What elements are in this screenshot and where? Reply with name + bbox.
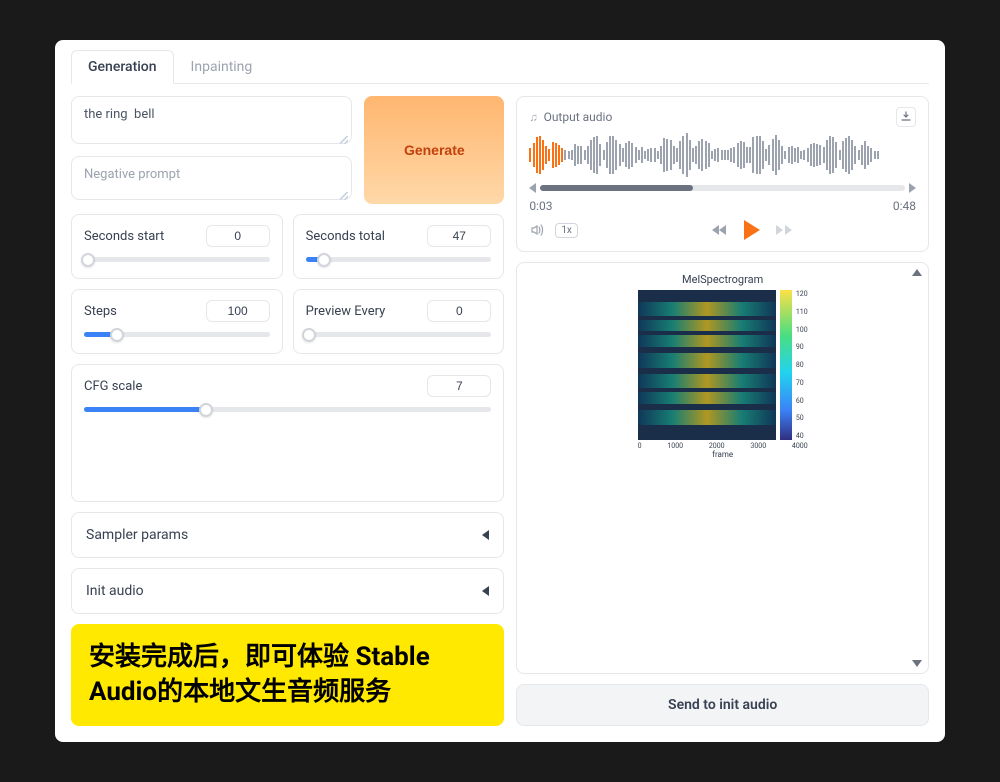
time-current: 0:03 bbox=[529, 199, 552, 213]
spectrogram-title: MelSpectrogram bbox=[527, 273, 918, 286]
colorbar bbox=[780, 290, 792, 440]
seek-start-icon[interactable] bbox=[529, 183, 536, 193]
seconds-start-slider[interactable] bbox=[84, 257, 270, 262]
spectrogram-panel: MelSpectrogram 120110100908070605040 010 bbox=[516, 262, 929, 674]
output-audio-label: Output audio bbox=[544, 110, 613, 124]
seconds-start-input[interactable] bbox=[206, 225, 270, 247]
preview-every-input[interactable] bbox=[427, 300, 491, 322]
collapse-icon bbox=[482, 586, 489, 596]
waveform[interactable] bbox=[529, 133, 916, 177]
callout-overlay: 安装完成后，即可体验 Stable Audio的本地文生音频服务 bbox=[71, 624, 504, 726]
preview-every-card: Preview Every bbox=[293, 289, 505, 354]
seconds-total-card: Seconds total bbox=[293, 214, 505, 279]
play-icon[interactable] bbox=[742, 219, 762, 241]
cfg-scale-slider[interactable] bbox=[84, 407, 491, 412]
tabs: Generation Inpainting bbox=[71, 50, 929, 84]
cfg-scale-card: CFG scale bbox=[71, 364, 504, 502]
sampler-params-label: Sampler params bbox=[86, 527, 188, 543]
cfg-scale-input[interactable] bbox=[427, 375, 491, 397]
speed-button[interactable]: 1x bbox=[555, 223, 578, 238]
preview-every-slider[interactable] bbox=[306, 332, 492, 337]
resize-handle-icon[interactable] bbox=[340, 192, 348, 200]
seek-end-icon[interactable] bbox=[909, 183, 916, 193]
seconds-start-card: Seconds start bbox=[71, 214, 283, 279]
negative-prompt-input[interactable] bbox=[71, 156, 352, 200]
steps-input[interactable] bbox=[206, 300, 270, 322]
seconds-total-slider[interactable] bbox=[306, 257, 492, 262]
seek-bar[interactable] bbox=[540, 185, 905, 191]
music-icon: ♫ bbox=[529, 111, 537, 124]
send-to-init-button[interactable]: Send to init audio bbox=[516, 684, 929, 726]
skip-forward-icon[interactable] bbox=[776, 223, 792, 237]
skip-back-icon[interactable] bbox=[712, 223, 728, 237]
steps-card: Steps bbox=[71, 289, 283, 354]
sampler-params-accordion[interactable]: Sampler params bbox=[71, 512, 504, 558]
steps-slider[interactable] bbox=[84, 332, 270, 337]
tab-inpainting[interactable]: Inpainting bbox=[174, 50, 270, 84]
x-axis-label: frame bbox=[638, 450, 808, 459]
resize-handle-icon[interactable] bbox=[340, 136, 348, 144]
app-window: Generation Inpainting the ring bell Gene… bbox=[55, 40, 945, 742]
collapse-icon bbox=[482, 530, 489, 540]
time-total: 0:48 bbox=[893, 199, 916, 213]
tab-generation[interactable]: Generation bbox=[71, 50, 174, 84]
x-ticks: 01000200030004000 bbox=[638, 442, 808, 450]
scroll-down-icon[interactable] bbox=[912, 660, 922, 667]
colorbar-ticks: 120110100908070605040 bbox=[796, 290, 808, 440]
spectrogram-image bbox=[638, 290, 776, 440]
prompt-input[interactable]: the ring bell bbox=[71, 96, 352, 144]
output-audio-panel: ♫ Output audio 0:03 0:48 bbox=[516, 96, 929, 252]
seconds-total-input[interactable] bbox=[427, 225, 491, 247]
init-audio-accordion[interactable]: Init audio bbox=[71, 568, 504, 614]
download-icon[interactable] bbox=[896, 107, 916, 127]
steps-label: Steps bbox=[84, 304, 117, 319]
seconds-start-label: Seconds start bbox=[84, 229, 164, 244]
volume-icon[interactable] bbox=[529, 222, 545, 238]
scroll-up-icon[interactable] bbox=[912, 269, 922, 276]
seconds-total-label: Seconds total bbox=[306, 229, 385, 244]
generate-button[interactable]: Generate bbox=[364, 96, 504, 204]
preview-every-label: Preview Every bbox=[306, 304, 386, 319]
cfg-scale-label: CFG scale bbox=[84, 379, 142, 394]
init-audio-label: Init audio bbox=[86, 583, 144, 599]
